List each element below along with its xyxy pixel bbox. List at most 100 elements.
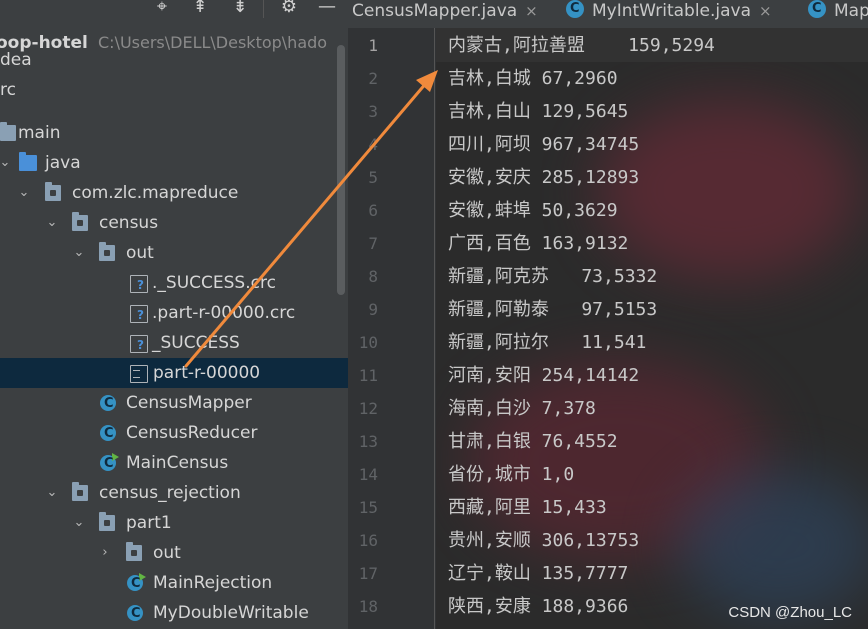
line-number: 3	[368, 102, 378, 121]
code-line[interactable]: 河南,安阳 254,14142	[448, 359, 639, 392]
line-number: 16	[358, 531, 378, 550]
line-number: 17	[358, 564, 378, 583]
code-line[interactable]: 辽宁,鞍山 135,7777	[448, 557, 628, 590]
line-number: 5	[368, 168, 378, 187]
tab-label: Map	[834, 1, 868, 21]
editor-tabs: CensusMapper.java × MyIntWritable.java × M…	[348, 0, 868, 29]
code-line[interactable]: 四川,阿坝 967,34745	[448, 128, 639, 161]
tree-item-out[interactable]: ⌄ out	[0, 238, 348, 268]
tree-item-success[interactable]: _SUCCESS	[0, 328, 348, 358]
line-number: 9	[368, 300, 378, 319]
tree-item-src[interactable]: rc	[0, 45, 348, 100]
tab-map[interactable]: Map	[808, 0, 868, 28]
line-number: 13	[358, 432, 378, 451]
code-line[interactable]: 新疆,阿克苏 73,5332	[448, 260, 657, 293]
project-panel: ⌖ ⇞ ⇟ ⚙ — oop-hotel C:\Users\DELL\Deskto…	[0, 0, 348, 629]
unknown-file-icon	[130, 275, 148, 293]
tree-scrollbar[interactable]	[337, 45, 345, 295]
chevron-down-icon[interactable]: ⌄	[0, 148, 12, 178]
tree-item-part1[interactable]: ⌄ part1	[0, 508, 348, 538]
line-number: 4	[368, 135, 378, 154]
code-line[interactable]: 吉林,白山 129,5645	[448, 95, 628, 128]
source-folder-icon	[19, 152, 37, 171]
tree-item-label: CensusReducer	[126, 423, 258, 443]
class-icon	[100, 425, 116, 442]
code-line[interactable]: 陕西,安康 188,9366	[448, 590, 628, 623]
code-line[interactable]: 安徽,蚌埠 50,3629	[448, 194, 618, 227]
tree-item-census-rejection[interactable]: ⌄ census_rejection	[0, 478, 348, 508]
line-number: 12	[358, 399, 378, 418]
chevron-down-icon[interactable]: ⌄	[72, 238, 86, 268]
code-line[interactable]: 吉林,白城 67,2960	[448, 62, 618, 95]
background-blur	[678, 470, 868, 620]
tree-item-label: rc	[0, 80, 16, 100]
chevron-down-icon[interactable]: ⌄	[17, 178, 31, 208]
tree-item-label: _SUCCESS	[152, 333, 240, 353]
code-line[interactable]: 西藏,阿里 15,433	[448, 491, 607, 524]
tree-item-label: part-r-00000	[153, 363, 261, 383]
close-icon[interactable]: ×	[525, 2, 538, 20]
chevron-right-icon[interactable]: ›	[98, 538, 112, 568]
package-icon	[99, 242, 115, 261]
tree-item-main-census[interactable]: MainCensus	[0, 448, 348, 478]
code-line[interactable]: 内蒙古,阿拉善盟 159,5294	[448, 29, 715, 62]
tree-item-label: CensusMapper	[126, 393, 252, 413]
runnable-class-icon	[127, 573, 146, 592]
code-line[interactable]: 海南,白沙 7,378	[448, 392, 596, 425]
line-number: 1	[368, 36, 378, 55]
tree-item-main[interactable]: main	[0, 118, 348, 148]
package-icon	[72, 212, 88, 231]
watermark: CSDN @Zhou_LC	[728, 604, 852, 621]
tree-item-label: out	[153, 543, 181, 563]
tree-item-label: out	[126, 243, 154, 263]
package-icon	[72, 482, 88, 501]
tree-item-part-r-00000[interactable]: part-r-00000	[0, 358, 348, 388]
tree-item-census-reducer[interactable]: CensusReducer	[0, 418, 348, 448]
code-line[interactable]: 省份,城市 1,0	[448, 458, 574, 491]
code-line[interactable]: 新疆,阿勒泰 97,5153	[448, 293, 657, 326]
package-icon	[99, 512, 115, 531]
tree-item-census-mapper[interactable]: CensusMapper	[0, 388, 348, 418]
tree-item-label: ._SUCCESS.crc	[152, 273, 276, 293]
tree-item-part-crc[interactable]: .part-r-00000.crc	[0, 298, 348, 328]
code-line[interactable]: 广西,百色 163,9132	[448, 227, 628, 260]
tree-item-idea[interactable]: dea	[0, 15, 348, 70]
code-line[interactable]: 甘肃,白银 76,4552	[448, 425, 618, 458]
class-icon	[808, 0, 826, 18]
tab-label: CensusMapper.java	[352, 1, 518, 21]
class-icon	[566, 0, 584, 18]
tab-my-int-writable[interactable]: MyIntWritable.java ×	[566, 0, 772, 28]
tab-label: MyIntWritable.java	[592, 1, 752, 21]
line-number: 6	[368, 201, 378, 220]
chevron-down-icon[interactable]: ⌄	[72, 508, 86, 538]
tree-item-out-collapsed[interactable]: › out	[0, 538, 348, 568]
line-number: 2	[368, 69, 378, 88]
code-line[interactable]: 贵州,安顺 306,13753	[448, 524, 639, 557]
chevron-down-icon[interactable]: ⌄	[45, 208, 59, 238]
tree-item-label: MyDoubleWritable	[153, 603, 309, 623]
line-number: 14	[358, 465, 378, 484]
unknown-file-icon	[130, 335, 148, 353]
tree-item-success-crc[interactable]: ._SUCCESS.crc	[0, 268, 348, 298]
tree-item-census[interactable]: ⌄ census	[0, 208, 348, 238]
editor-panel: CensusMapper.java × MyIntWritable.java × M…	[348, 0, 868, 629]
tree-item-my-double-writable[interactable]: MyDoubleWritable	[0, 598, 348, 628]
class-icon	[127, 605, 143, 622]
code-line[interactable]: 安徽,安庆 285,12893	[448, 161, 639, 194]
class-icon	[100, 395, 116, 412]
tab-census-mapper[interactable]: CensusMapper.java ×	[352, 0, 538, 28]
tree-item-java[interactable]: ⌄ java	[0, 148, 348, 178]
tree-item-package[interactable]: ⌄ com.zlc.mapreduce	[0, 178, 348, 208]
tree-item-main-rejection[interactable]: MainRejection	[0, 568, 348, 598]
folder-icon	[0, 122, 16, 141]
package-icon	[126, 542, 142, 561]
close-icon[interactable]: ×	[759, 2, 772, 20]
code-line[interactable]: 新疆,阿拉尔 11,541	[448, 326, 646, 359]
line-number: 10	[358, 333, 378, 352]
chevron-down-icon[interactable]: ⌄	[45, 478, 59, 508]
unknown-file-icon	[130, 305, 148, 323]
tree-item-label: .part-r-00000.crc	[152, 303, 296, 323]
tree-item-label: census	[99, 213, 159, 233]
tree-item-label: main	[18, 123, 61, 143]
line-number: 18	[358, 597, 378, 616]
